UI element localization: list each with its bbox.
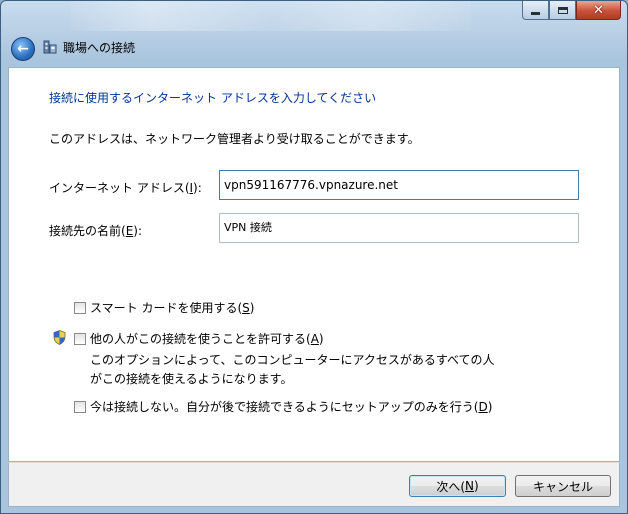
allow-others-label[interactable]: 他の人がこの接続を使うことを許可する(A) bbox=[90, 330, 324, 347]
page-heading: 接続に使用するインターネット アドレスを入力してください bbox=[49, 91, 377, 105]
destination-name-label: 接続先の名前(E): bbox=[49, 224, 143, 238]
caption-buttons: ✕ bbox=[522, 1, 621, 20]
cancel-button[interactable]: キャンセル bbox=[515, 475, 611, 497]
smartcard-checkbox[interactable] bbox=[74, 302, 86, 314]
titlebar-background bbox=[71, 1, 471, 31]
minimize-icon bbox=[531, 11, 540, 15]
wizard-footer: 次へ(N) キャンセル bbox=[8, 462, 620, 507]
address-label: インターネット アドレス(I): bbox=[49, 181, 202, 195]
close-icon: ✕ bbox=[593, 2, 604, 18]
allow-others-checkbox[interactable] bbox=[74, 333, 86, 345]
minimize-button[interactable] bbox=[522, 1, 549, 20]
back-arrow-icon: ← bbox=[17, 40, 29, 57]
info-text: このアドレスは、ネットワーク管理者より受け取ることができます。 bbox=[49, 132, 420, 146]
next-button[interactable]: 次へ(N) bbox=[409, 475, 506, 497]
dont-connect-checkbox[interactable] bbox=[74, 401, 86, 413]
address-input[interactable]: vpn591167776.vpnazure.net bbox=[219, 170, 579, 200]
close-button[interactable]: ✕ bbox=[576, 1, 621, 20]
destination-name-input[interactable]: VPN 接続 bbox=[219, 213, 579, 243]
maximize-button[interactable] bbox=[549, 1, 576, 20]
maximize-icon bbox=[557, 6, 568, 14]
network-connection-icon bbox=[43, 40, 57, 54]
dont-connect-label[interactable]: 今は接続しない。自分が後で接続できるようにセットアップのみを行う(D) bbox=[90, 398, 492, 415]
window-title: 職場への接続 bbox=[63, 41, 136, 55]
allow-others-description: このオプションによって、このコンピューターにアクセスがあるすべての人 がこの接続… bbox=[90, 353, 495, 386]
wizard-content: 接続に使用するインターネット アドレスを入力してください このアドレスは、ネット… bbox=[8, 67, 620, 462]
wizard-window: ✕ ← 職場への接続 接続に使用するインターネット アドレスを入力してください … bbox=[0, 0, 628, 514]
back-button[interactable]: ← bbox=[11, 37, 35, 61]
uac-shield-icon bbox=[53, 330, 66, 345]
smartcard-label[interactable]: スマート カードを使用する(S) bbox=[90, 299, 254, 316]
